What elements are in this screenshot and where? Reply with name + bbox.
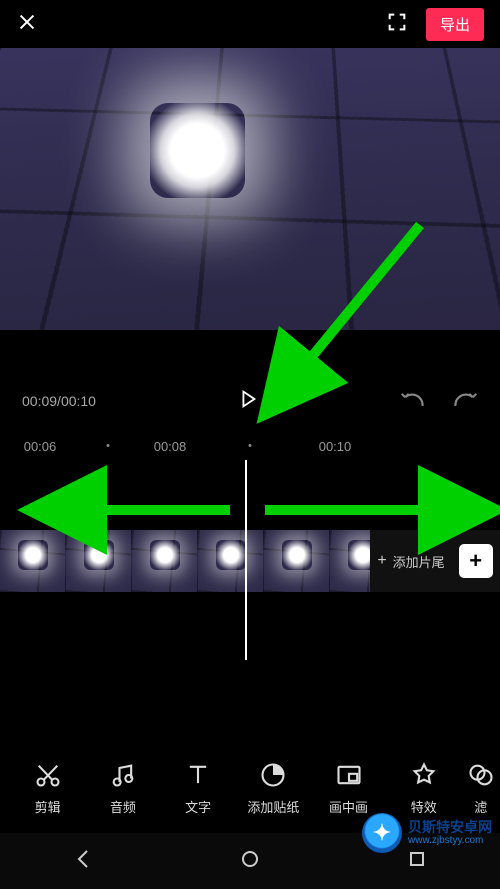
fullscreen-icon[interactable] (386, 11, 408, 38)
time-display: 00:09/00:10 (22, 393, 96, 409)
export-button[interactable]: 导出 (426, 8, 484, 41)
tool-text[interactable]: 文字 (160, 761, 235, 816)
add-ending-button[interactable]: + 添加片尾 + (370, 530, 500, 592)
tool-label: 添加贴纸 (247, 797, 299, 816)
clip-thumbnail[interactable] (0, 530, 66, 592)
watermark: ✦ 贝斯特安卓网 www.zjbstyy.com (362, 813, 492, 853)
close-icon[interactable] (16, 11, 38, 38)
play-button[interactable] (237, 388, 259, 415)
tool-effect[interactable]: 特效 (386, 761, 461, 816)
clip-thumbnail[interactable] (132, 530, 198, 592)
timeline-track[interactable]: + 添加片尾 + (0, 530, 500, 592)
tool-cut[interactable]: 剪辑 (10, 761, 85, 816)
video-preview[interactable] (0, 48, 500, 330)
clip-thumbnail[interactable] (66, 530, 132, 592)
tool-audio[interactable]: 音频 (85, 761, 160, 816)
ruler-tick: 00:06 (24, 439, 57, 454)
undo-button[interactable] (400, 389, 426, 414)
nav-home[interactable] (238, 847, 262, 876)
ruler-tick: 00:10 (319, 439, 352, 454)
add-clip-button[interactable]: + (459, 544, 493, 578)
nav-back[interactable] (71, 847, 95, 876)
tool-label: 音频 (110, 797, 136, 816)
tool-label: 文字 (185, 797, 211, 816)
tool-sticker[interactable]: 添加贴纸 (236, 761, 311, 816)
tool-filter[interactable]: 滤 (461, 761, 500, 816)
tool-pip[interactable]: 画中画 (311, 761, 386, 816)
clip-thumbnail[interactable] (264, 530, 330, 592)
timeline-ruler[interactable]: 00:06 00:08 00:10 (0, 432, 500, 460)
redo-button[interactable] (452, 389, 478, 414)
ruler-tick: 00:08 (154, 439, 187, 454)
tool-label: 剪辑 (35, 797, 61, 816)
clip-thumbnail[interactable] (198, 530, 264, 592)
playhead[interactable] (245, 460, 247, 660)
clip-thumbnail[interactable] (330, 530, 370, 592)
